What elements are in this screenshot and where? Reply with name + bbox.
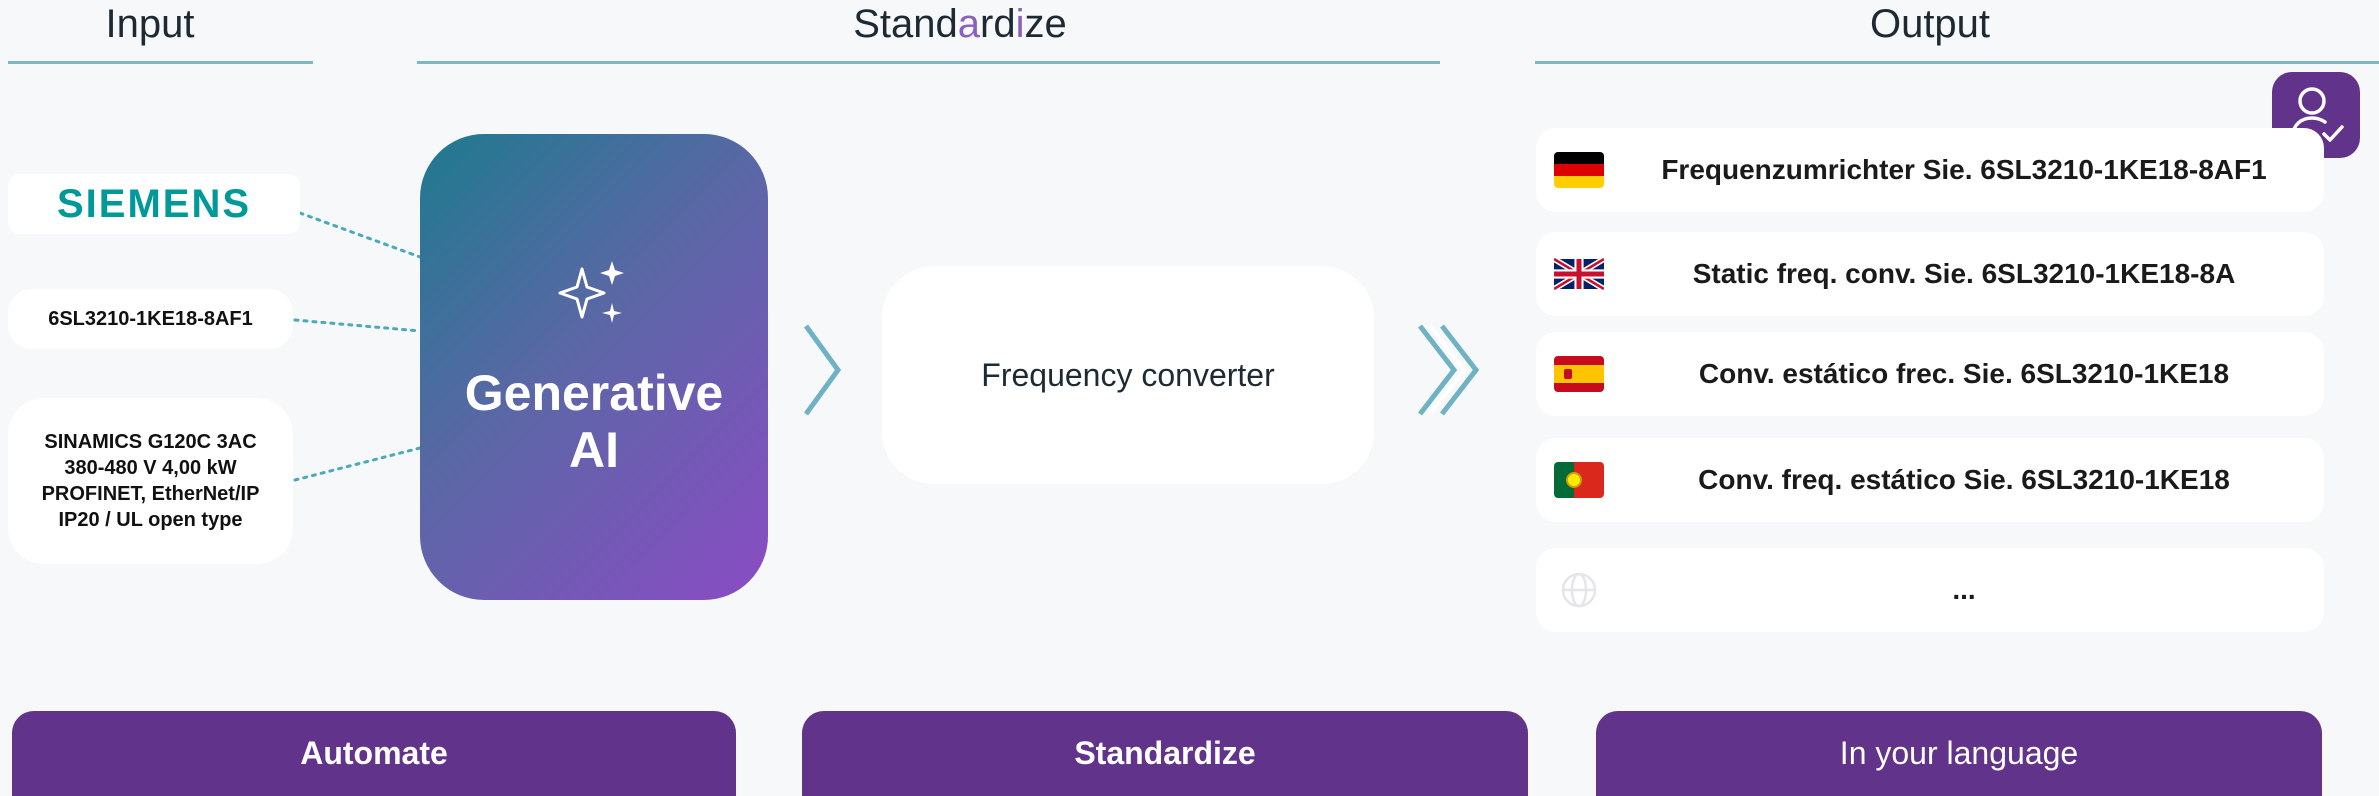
header-standardize-accent: i xyxy=(1015,2,1025,46)
output-text-german: Frequenzumrichter Sie. 6SL3210-1KE18-8AF… xyxy=(1661,154,2267,185)
header-standardize-accent: a xyxy=(957,2,981,46)
flag-uk-icon xyxy=(1554,256,1604,292)
generative-ai-title-line2: AI xyxy=(569,422,619,478)
generative-ai-block: Generative AI xyxy=(420,134,768,600)
output-text-spanish: Conv. estático frec. Sie. 6SL3210-1KE18 xyxy=(1698,358,2230,389)
header-output-rule xyxy=(1535,61,2379,64)
output-row-spanish: Conv. estático frec. Sie. 6SL3210-1KE18 xyxy=(1536,332,2324,416)
header-standardize-part: rd xyxy=(980,2,1016,46)
standardized-result-card: Frequency converter xyxy=(882,266,1374,484)
output-row-english: Static freq. conv. Sie. 6SL3210-1KE18-8A xyxy=(1536,232,2324,316)
chevron-right-icon xyxy=(803,324,842,416)
automate-button[interactable]: Automate xyxy=(12,711,736,796)
globe-icon xyxy=(1561,572,1597,608)
output-row-german: Frequenzumrichter Sie. 6SL3210-1KE18-8AF… xyxy=(1536,128,2324,212)
language-button[interactable]: In your language xyxy=(1596,711,2322,796)
header-standardize-rule xyxy=(417,61,1440,64)
output-text-more: ... xyxy=(1952,574,1976,605)
header-standardize: Standardize xyxy=(760,2,1160,47)
header-standardize-part: ze xyxy=(1024,2,1067,46)
input-description: SINAMICS G120C 3AC 380-480 V 4,00 kW PRO… xyxy=(41,431,260,531)
input-part-number: 6SL3210-1KE18-8AF1 xyxy=(48,308,253,330)
header-standardize-part: Stand xyxy=(853,2,958,46)
standardized-result-text: Frequency converter xyxy=(981,356,1275,393)
output-text-portuguese: Conv. freq. estático Sie. 6SL3210-1KE18 xyxy=(1698,464,2230,495)
siemens-logo: SIEMENS xyxy=(56,181,252,226)
output-text-english: Static freq. conv. Sie. 6SL3210-1KE18-8A xyxy=(1692,258,2236,289)
input-part-number-card: 6SL3210-1KE18-8AF1 xyxy=(8,289,293,349)
flag-germany-icon xyxy=(1554,152,1604,188)
input-brand-card: SIEMENS xyxy=(8,174,300,234)
flag-portugal-icon xyxy=(1554,462,1604,498)
standardize-button[interactable]: Standardize xyxy=(802,711,1528,796)
sparkles-icon xyxy=(558,260,624,323)
input-description-card: SINAMICS G120C 3AC 380-480 V 4,00 kW PRO… xyxy=(8,398,293,564)
output-row-portuguese: Conv. freq. estático Sie. 6SL3210-1KE18 xyxy=(1536,438,2324,522)
double-chevron-right-icon xyxy=(1418,324,1480,416)
flag-spain-icon xyxy=(1554,356,1604,392)
output-row-more: ... xyxy=(1536,548,2324,632)
header-output: Output xyxy=(1869,2,1991,46)
generative-ai-title-line1: Generative xyxy=(464,364,724,421)
